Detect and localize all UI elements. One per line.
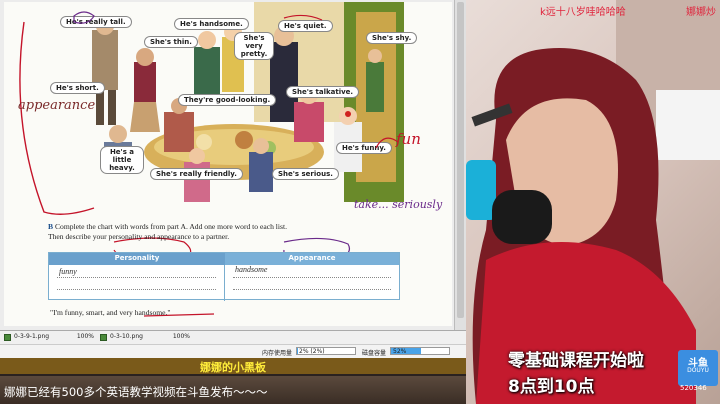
chart-header-appearance: Appearance — [225, 253, 399, 265]
annotation-appearance: appearance — [18, 98, 96, 113]
image-file-icon — [4, 334, 11, 341]
douyu-logo: 斗鱼 DOUYU — [678, 350, 718, 386]
scrolling-ticker: 娜娜已经有500多个英语教学视频在斗鱼发布～～～ — [4, 385, 268, 399]
disk-meter: 52% — [390, 347, 450, 355]
thumbnail-item[interactable]: 0-3-10.png 100% — [100, 333, 190, 343]
chart-column-personality: funny — [49, 265, 225, 301]
exercise-letter: B — [48, 222, 54, 231]
chart-word-handsome: handsome — [235, 265, 268, 274]
vertical-scrollbar[interactable] — [454, 0, 466, 330]
disk-label: 磁盘容量 — [362, 350, 387, 357]
memory-label: 内存使用量 — [262, 350, 293, 357]
image-viewer: He's really tall. He's handsome. He's qu… — [0, 0, 466, 358]
board-caption: 娜娜的小黑板 — [200, 361, 266, 374]
memory-value: 2% (2%) — [299, 348, 325, 355]
example-quote: "I'm funny, smart, and very handsome." — [50, 308, 171, 317]
room-id: 520346 — [680, 384, 707, 392]
chart-column-appearance: handsome — [225, 265, 399, 301]
image-file-icon — [100, 334, 107, 341]
chart-word-funny: funny — [59, 267, 77, 276]
chart-header-personality: Personality — [49, 253, 225, 265]
scrollbar-thumb[interactable] — [457, 2, 464, 318]
webcam-feed: k远十八岁哇哈哈哈 娜娜炒 零基础课程开始啦 8点到10点 斗鱼 DOUYU 5… — [466, 0, 720, 404]
chat-overlay-message: k远十八岁哇哈哈哈 — [540, 7, 626, 18]
ticker-bar: 娜娜已经有500多个英语教学视频在斗鱼发布～～～ — [0, 376, 466, 404]
annotation-take-seriously: take... seriously — [354, 198, 443, 211]
word-chart: Personality Appearance funny handsome — [48, 252, 400, 301]
exercise-instruction-2: Then describe your personality and appea… — [48, 232, 230, 241]
promo-line-1: 零基础课程开始啦 — [508, 351, 644, 371]
thumbnail-strip: 0-3-9-1.png 100% 0-3-10.png 100% — [0, 330, 466, 344]
disk-value: 52% — [393, 348, 407, 355]
screen: He's really tall. He's handsome. He's qu… — [0, 0, 720, 404]
textbook-page: He's really tall. He's handsome. He's qu… — [4, 2, 452, 326]
memory-meter: 2% (2%) — [296, 347, 356, 355]
streamer-name: 娜娜炒 — [686, 7, 716, 18]
annotation-fun: fun — [396, 130, 421, 148]
exercise-b: B Complete the chart with words from par… — [48, 222, 438, 242]
promo-overlay: 零基础课程开始啦 8点到10点 斗鱼 DOUYU 520346 — [506, 346, 720, 404]
status-bar: 内存使用量 2% (2%) 磁盘容量 52% — [0, 344, 466, 358]
caption-bar: 娜娜的小黑板 — [0, 358, 466, 374]
thumbnail-item[interactable]: 0-3-9-1.png 100% — [4, 333, 94, 343]
promo-line-2: 8点到10点 — [508, 377, 595, 397]
streamer-silhouette — [466, 0, 720, 404]
exercise-instruction-1: Complete the chart with words from part … — [54, 222, 287, 231]
